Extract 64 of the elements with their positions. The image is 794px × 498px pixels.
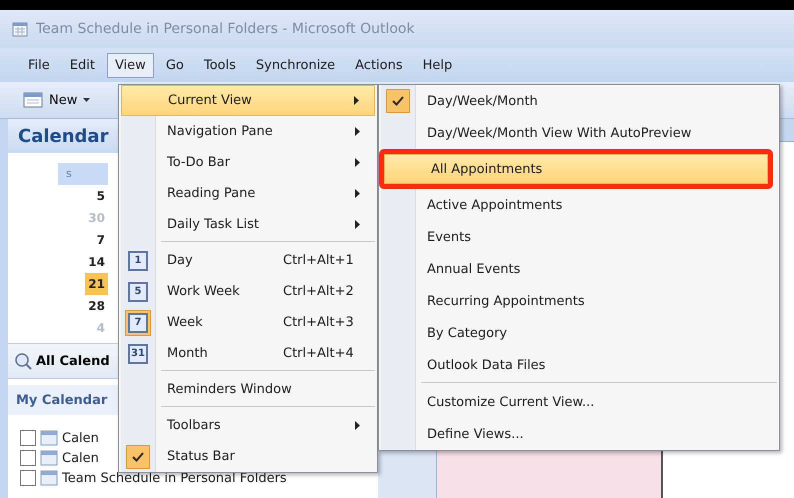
menu-item[interactable]: Active Appointments	[381, 189, 777, 221]
checkbox[interactable]	[20, 450, 36, 466]
submenu-arrow-icon	[355, 189, 361, 198]
menu-item[interactable]: 7 Week Ctrl+Alt+3	[121, 307, 375, 338]
pane-title: Calendar	[18, 126, 108, 146]
calendar-day[interactable]: 28	[85, 295, 108, 317]
menu-item[interactable]: Reminders Window	[121, 374, 375, 405]
calendar-day[interactable]: 14	[85, 251, 108, 273]
menu-item[interactable]: 5 Work Week Ctrl+Alt+2	[121, 276, 375, 307]
calendar-view-icon: 5	[128, 282, 148, 302]
checkbox[interactable]	[20, 470, 36, 486]
calendar-icon	[40, 450, 58, 466]
calendar-view-icon: 31	[128, 344, 148, 364]
menu-item[interactable]: By Category	[381, 317, 777, 349]
menu-item[interactable]: All Appointments	[384, 154, 768, 184]
new-button[interactable]: New	[16, 88, 98, 112]
menu-item[interactable]: Day/Week/Month	[381, 85, 777, 117]
calendar-icon	[40, 430, 58, 446]
calendar-name[interactable]: Calen	[62, 450, 99, 466]
menu-item[interactable]: Annual Events	[381, 253, 777, 285]
submenu-arrow-icon	[355, 158, 361, 167]
menu-item[interactable]: Daily Task List	[121, 209, 375, 240]
calendar-name[interactable]: Team Schedule in Personal Folders	[62, 470, 287, 486]
menu-item[interactable]: Tools	[196, 52, 244, 78]
menu-item[interactable]: Navigation Pane	[121, 116, 375, 147]
submenu-arrow-icon	[355, 127, 361, 136]
menu-item[interactable]: Actions	[347, 52, 411, 78]
menu-item[interactable]: Recurring Appointments	[381, 285, 777, 317]
calendar-day[interactable]: 7	[94, 229, 108, 251]
new-appointment-icon	[23, 92, 43, 108]
menu-item[interactable]: Help	[414, 52, 460, 78]
weekday-header: s	[58, 163, 108, 185]
calendar-day[interactable]: 5	[94, 185, 108, 207]
checkbox[interactable]	[20, 430, 36, 446]
menu-item[interactable]: Outlook Data Files	[381, 349, 777, 381]
dropdown-caret-icon	[83, 98, 90, 102]
menu-item[interactable]: Events	[381, 221, 777, 253]
submenu-arrow-icon	[355, 220, 361, 229]
menu-item[interactable]: Customize Current View...	[381, 386, 777, 418]
calendar-day[interactable]: 21	[85, 273, 108, 295]
menu-item[interactable]: To-Do Bar	[121, 147, 375, 178]
submenu-arrow-icon	[355, 421, 361, 430]
menu-item[interactable]: Status Bar	[121, 441, 375, 472]
menu-item[interactable]: Current View	[121, 85, 375, 116]
submenu-arrow-icon	[354, 96, 360, 105]
menu-item[interactable]: Toolbars	[121, 410, 375, 441]
menu-item[interactable]: Go	[158, 52, 192, 78]
menu-item[interactable]: 1 Day Ctrl+Alt+1	[121, 245, 375, 276]
calendar-name[interactable]: Calen	[62, 430, 99, 446]
menu-item[interactable]: Reading Pane	[121, 178, 375, 209]
menu-item[interactable]: 31 Month Ctrl+Alt+4	[121, 338, 375, 369]
section-title: My Calendar	[16, 392, 108, 408]
calendar-view-icon: 1	[128, 250, 148, 270]
calendar-icon	[12, 21, 28, 37]
calendar-icon	[40, 470, 58, 486]
menu-item[interactable]: Edit	[62, 52, 103, 78]
menu-item[interactable]: File	[20, 52, 58, 78]
window-title: Team Schedule in Personal Folders - Microsoft Outlook	[36, 21, 415, 37]
menu-item[interactable]: View	[106, 52, 154, 78]
menu-item[interactable]: Day/Week/Month View With AutoPreview	[381, 117, 777, 149]
menu-item[interactable]: Define Views...	[381, 418, 777, 450]
menu-item[interactable]: Synchronize	[248, 52, 344, 78]
calendar-view-icon: 7	[128, 312, 148, 332]
search-icon	[14, 352, 32, 370]
